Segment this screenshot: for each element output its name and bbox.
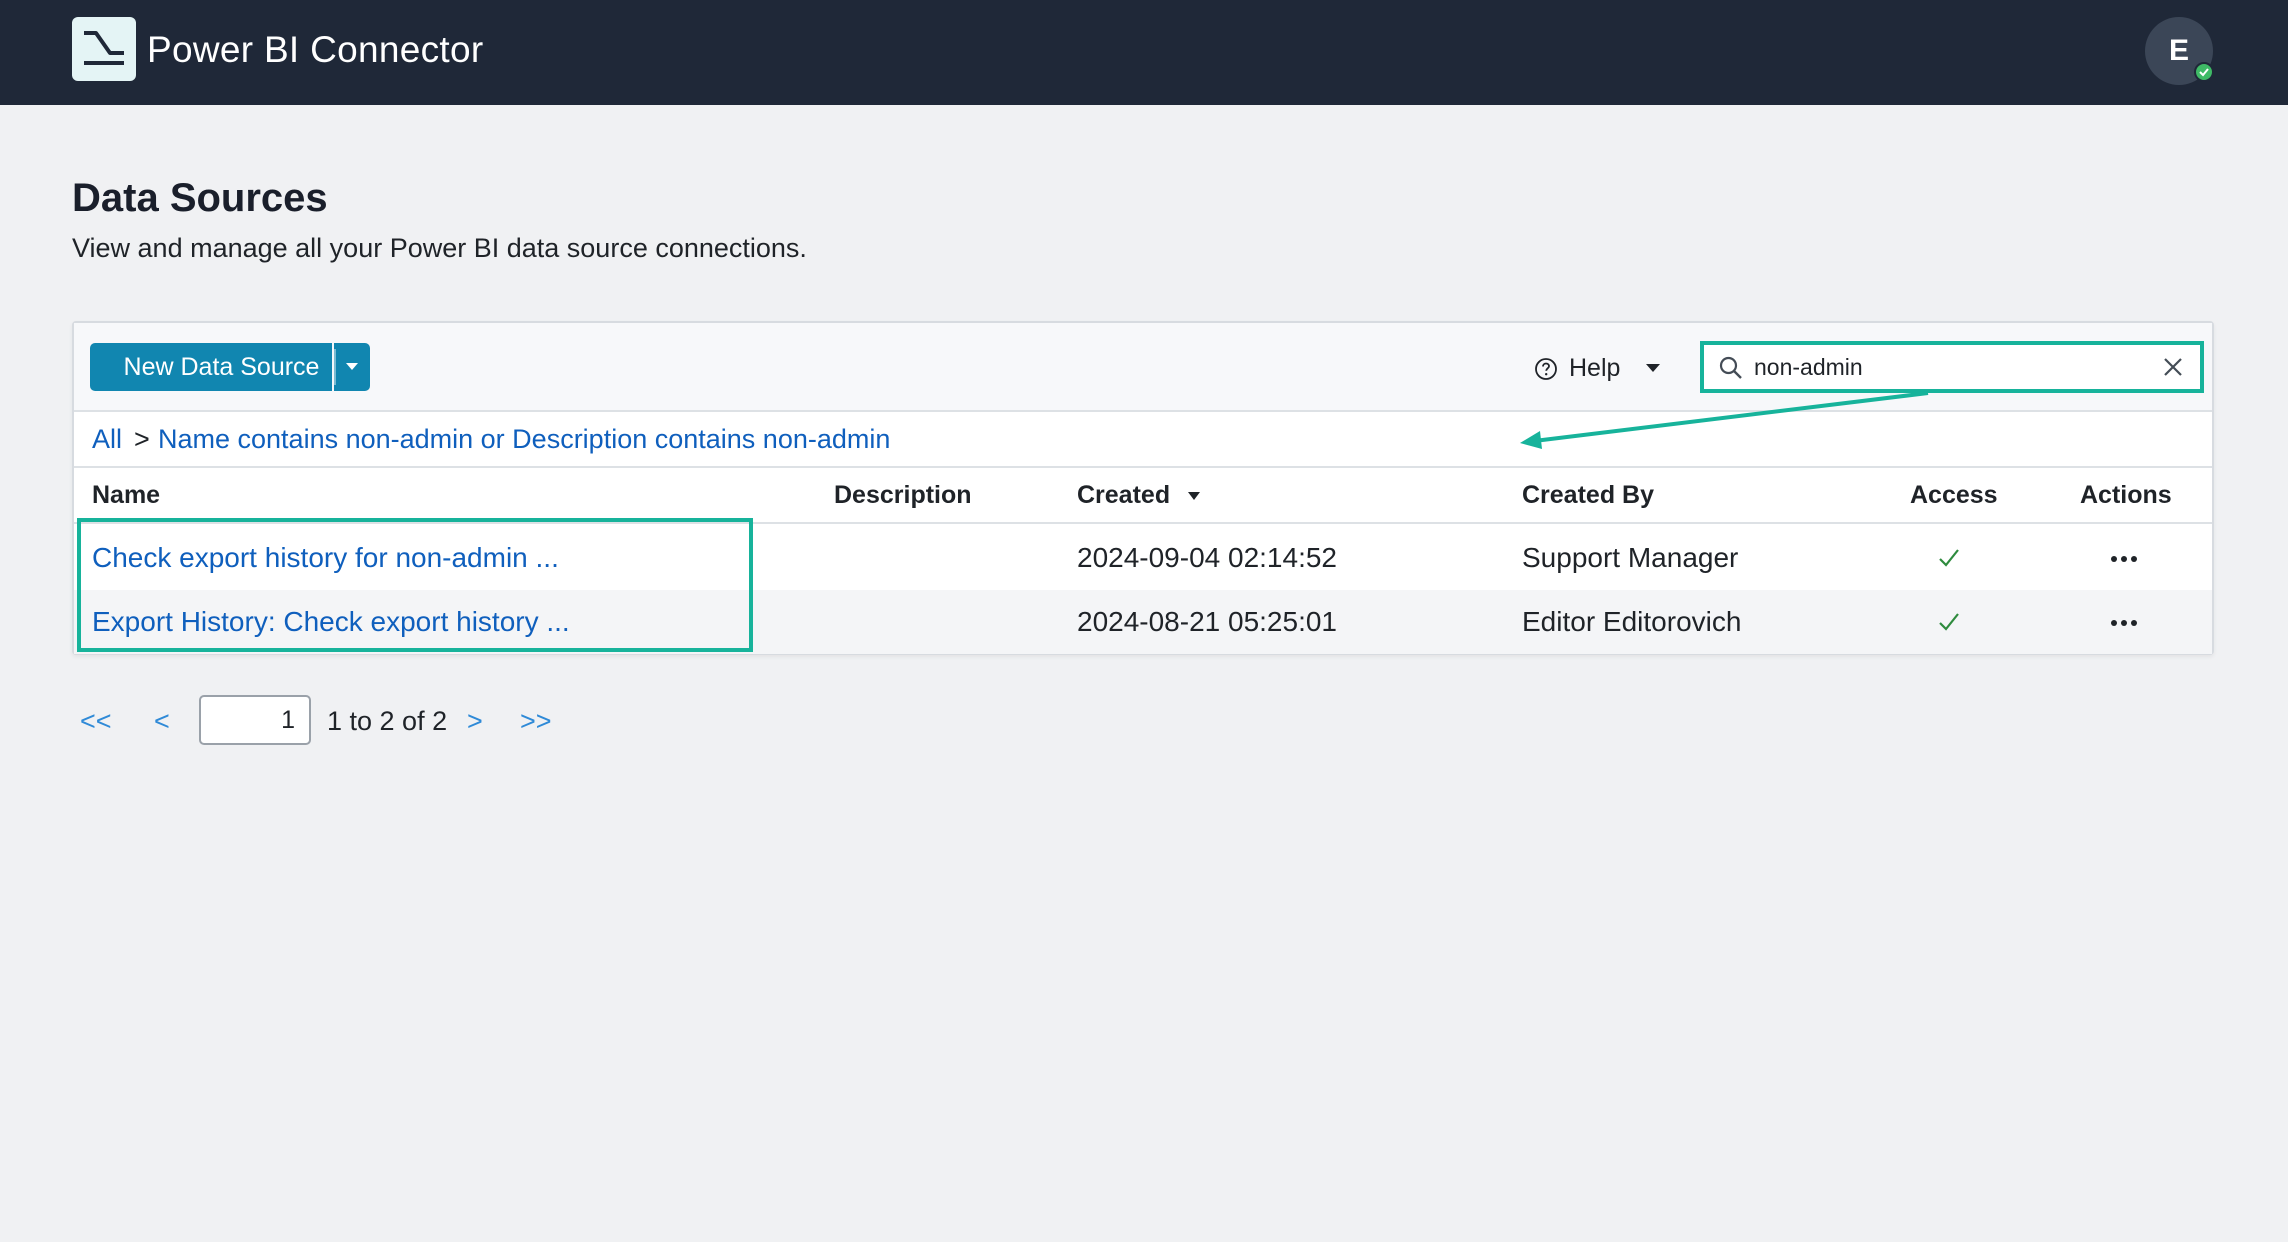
sort-caret-down-icon xyxy=(1188,492,1201,501)
previous-page-button[interactable]: < xyxy=(154,691,170,751)
created-by: Editor Editorovich xyxy=(1522,606,1742,637)
app-logo-icon[interactable] xyxy=(72,17,136,81)
filter-separator: > xyxy=(134,424,150,454)
column-header-created-label: Created xyxy=(1077,481,1171,509)
access-check-icon xyxy=(1938,548,1960,568)
column-header-name[interactable]: Name xyxy=(92,468,160,522)
new-data-source-button[interactable]: New Data Source xyxy=(90,343,332,391)
page-number-input[interactable] xyxy=(199,695,311,745)
first-page-button[interactable]: << xyxy=(80,691,112,751)
column-header-created[interactable]: Created xyxy=(1077,468,1201,522)
column-header-created-by[interactable]: Created By xyxy=(1522,468,1654,522)
filter-criteria-link[interactable]: Name contains non-admin or Description c… xyxy=(158,412,890,466)
pagination-info: 1 to 2 of 2 xyxy=(327,706,448,736)
top-bar: Power BI Connector E xyxy=(0,0,2288,105)
close-icon[interactable] xyxy=(2162,356,2184,378)
next-page-button[interactable]: > xyxy=(467,691,483,751)
search-input[interactable] xyxy=(1754,351,2144,383)
chevron-down-icon xyxy=(1646,364,1660,372)
filter-all-link[interactable]: All xyxy=(92,412,122,466)
caret-down-icon xyxy=(346,363,358,370)
created-by: Support Manager xyxy=(1522,542,1739,573)
search-icon xyxy=(1719,356,1742,379)
created-date: 2024-09-04 02:14:52 xyxy=(1077,542,1337,573)
annotation-arrow-icon xyxy=(1520,391,1929,449)
column-header-access: Access xyxy=(1910,481,1998,509)
app-title: Power BI Connector xyxy=(147,29,484,70)
more-actions-icon[interactable] xyxy=(2110,618,2138,627)
new-data-source-dropdown-button[interactable] xyxy=(334,343,370,391)
table-header: Name Description Created Created By Acce… xyxy=(74,468,2212,524)
online-status-icon xyxy=(2194,62,2214,82)
page-title: Data Sources xyxy=(72,176,328,220)
question-circle-icon xyxy=(1535,358,1557,380)
name-column-highlight xyxy=(77,518,753,652)
help-label: Help xyxy=(1569,354,1621,382)
more-actions-icon[interactable] xyxy=(2110,554,2138,563)
column-header-description[interactable]: Description xyxy=(834,468,972,522)
access-check-icon xyxy=(1938,612,1960,632)
last-page-button[interactable]: >> xyxy=(520,691,552,751)
column-header-actions: Actions xyxy=(2080,481,2172,509)
page-subtitle: View and manage all your Power BI data s… xyxy=(72,233,807,263)
created-date: 2024-08-21 05:25:01 xyxy=(1077,606,1337,637)
